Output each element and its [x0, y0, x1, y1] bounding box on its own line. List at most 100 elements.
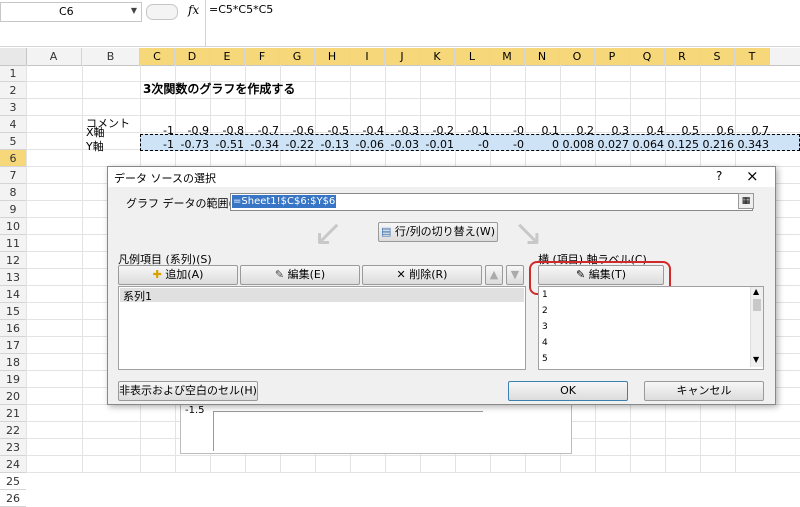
- y-value-cell[interactable]: 0.064: [630, 138, 665, 151]
- series-list[interactable]: 系列1: [118, 286, 526, 370]
- row-header-26[interactable]: 26: [0, 490, 26, 507]
- row-header-10[interactable]: 10: [0, 218, 26, 235]
- x-value-cell[interactable]: -0.6: [280, 124, 314, 137]
- edit-series-button[interactable]: ✎ 編集(E): [240, 265, 360, 285]
- x-value-cell[interactable]: -0.1: [455, 124, 489, 137]
- y-value-cell[interactable]: 0: [525, 138, 559, 151]
- row-header-24[interactable]: 24: [0, 456, 26, 473]
- axis-labels-list[interactable]: 1 2 3 4 5 ▲ ▼: [538, 286, 764, 370]
- column-header-b[interactable]: B: [82, 48, 140, 65]
- hidden-empty-cells-button[interactable]: 非表示および空白のセル(H): [118, 381, 258, 401]
- scrollbar[interactable]: ▲ ▼: [750, 287, 763, 367]
- row-header-15[interactable]: 15: [0, 303, 26, 320]
- row-header-3[interactable]: 3: [0, 99, 26, 116]
- y-value-cell[interactable]: -0.13: [315, 138, 349, 151]
- y-value-cell[interactable]: -0: [455, 138, 489, 151]
- chevron-down-icon[interactable]: ▼: [131, 6, 137, 15]
- column-header-h[interactable]: H: [315, 48, 350, 65]
- y-value-cell[interactable]: 0.008: [560, 138, 595, 151]
- y-value-cell[interactable]: -0.01: [420, 138, 454, 151]
- row-header-22[interactable]: 22: [0, 422, 26, 439]
- collapse-dialog-icon[interactable]: ▦: [738, 193, 754, 209]
- row-header-12[interactable]: 12: [0, 252, 26, 269]
- x-value-cell[interactable]: -0.9: [175, 124, 209, 137]
- move-down-button[interactable]: ▼: [506, 265, 524, 285]
- y-value-cell[interactable]: -0: [490, 138, 524, 151]
- dialog-title-bar[interactable]: データ ソースの選択 ? ×: [108, 167, 775, 187]
- row-header-5[interactable]: 5: [0, 133, 26, 150]
- y-value-cell[interactable]: -1: [140, 138, 174, 151]
- column-header-c[interactable]: C: [140, 48, 175, 65]
- row-header-20[interactable]: 20: [0, 388, 26, 405]
- row-header-1[interactable]: 1: [0, 65, 26, 82]
- y-value-cell[interactable]: -0.22: [280, 138, 314, 151]
- row-header-9[interactable]: 9: [0, 201, 26, 218]
- list-item[interactable]: 4: [542, 338, 548, 348]
- add-series-button[interactable]: ✚ 追加(A): [118, 265, 238, 285]
- column-header-e[interactable]: E: [210, 48, 245, 65]
- y-value-cell[interactable]: 0.343: [735, 138, 770, 151]
- row-header-4[interactable]: 4: [0, 116, 26, 133]
- column-header-r[interactable]: R: [665, 48, 700, 65]
- row-header-2[interactable]: 2: [0, 82, 26, 99]
- column-header-m[interactable]: M: [490, 48, 525, 65]
- column-header-f[interactable]: F: [245, 48, 280, 65]
- scroll-up-icon[interactable]: ▲: [753, 287, 759, 296]
- close-button[interactable]: ×: [746, 167, 759, 185]
- column-header-s[interactable]: S: [700, 48, 735, 65]
- column-header-a[interactable]: A: [26, 48, 82, 65]
- formula-input[interactable]: =C5*C5*C5: [209, 3, 273, 16]
- column-header-d[interactable]: D: [175, 48, 210, 65]
- row-header-17[interactable]: 17: [0, 337, 26, 354]
- switch-row-column-button[interactable]: ▤ 行/列の切り替え(W): [378, 222, 498, 242]
- y-value-cell[interactable]: -0.34: [245, 138, 279, 151]
- column-header-j[interactable]: J: [385, 48, 420, 65]
- scroll-thumb[interactable]: [753, 299, 761, 311]
- y-value-cell[interactable]: -0.06: [350, 138, 384, 151]
- y-value-cell[interactable]: 0.027: [595, 138, 630, 151]
- row-header-25[interactable]: 25: [0, 473, 26, 490]
- column-header-p[interactable]: P: [595, 48, 630, 65]
- fx-icon[interactable]: fx: [188, 3, 199, 17]
- row-header-13[interactable]: 13: [0, 269, 26, 286]
- x-value-cell[interactable]: -0.5: [315, 124, 349, 137]
- y-value-cell[interactable]: -0.51: [210, 138, 244, 151]
- row-header-6[interactable]: 6: [0, 150, 26, 167]
- move-up-button[interactable]: ▲: [485, 265, 503, 285]
- x-value-cell[interactable]: -0.7: [245, 124, 279, 137]
- row-header-16[interactable]: 16: [0, 320, 26, 337]
- x-value-cell[interactable]: 0.1: [525, 124, 560, 137]
- row-header-23[interactable]: 23: [0, 439, 26, 456]
- x-value-cell[interactable]: 0.7: [735, 124, 770, 137]
- list-item[interactable]: 5: [542, 354, 548, 364]
- x-value-cell[interactable]: -0.4: [350, 124, 384, 137]
- column-header-g[interactable]: G: [280, 48, 315, 65]
- y-value-cell[interactable]: 0.125: [665, 138, 700, 151]
- column-header-o[interactable]: O: [560, 48, 595, 65]
- y-value-cell[interactable]: -0.03: [385, 138, 419, 151]
- column-header-l[interactable]: L: [455, 48, 490, 65]
- list-item[interactable]: 系列1: [120, 288, 524, 303]
- x-value-cell[interactable]: 0.6: [700, 124, 735, 137]
- range-input[interactable]: =Sheet1!$C$6:$Y$6: [230, 193, 753, 211]
- x-value-cell[interactable]: 0.4: [630, 124, 665, 137]
- column-header-k[interactable]: K: [420, 48, 455, 65]
- column-header-n[interactable]: N: [525, 48, 560, 65]
- list-item[interactable]: 1: [542, 290, 548, 300]
- row-header-7[interactable]: 7: [0, 167, 26, 184]
- row-header-11[interactable]: 11: [0, 235, 26, 252]
- list-item[interactable]: 2: [542, 306, 548, 316]
- cancel-button[interactable]: キャンセル: [644, 381, 764, 401]
- row-header-14[interactable]: 14: [0, 286, 26, 303]
- x-value-cell[interactable]: 0.2: [560, 124, 595, 137]
- y-value-cell[interactable]: -0.73: [175, 138, 209, 151]
- row-header-21[interactable]: 21: [0, 405, 26, 422]
- row-header-8[interactable]: 8: [0, 184, 26, 201]
- x-value-cell[interactable]: -1: [140, 124, 174, 137]
- x-value-cell[interactable]: -0.3: [385, 124, 419, 137]
- name-box[interactable]: C6 ▼: [0, 2, 142, 22]
- help-button[interactable]: ?: [716, 169, 722, 183]
- delete-series-button[interactable]: ✕ 削除(R): [362, 265, 482, 285]
- row-header-18[interactable]: 18: [0, 354, 26, 371]
- x-value-cell[interactable]: -0.2: [420, 124, 454, 137]
